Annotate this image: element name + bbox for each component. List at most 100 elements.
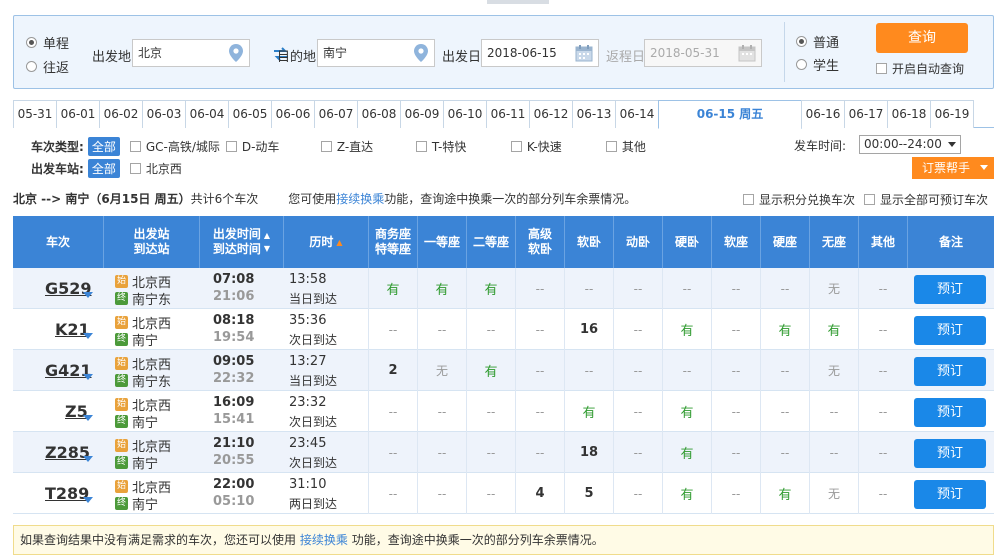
- checkbox-label: GC-高铁/城际: [145, 140, 220, 154]
- top-tab-strip: [487, 0, 549, 4]
- chevron-down-icon[interactable]: [83, 292, 93, 298]
- seat-availability: 有: [564, 391, 613, 432]
- all-types-button[interactable]: 全部: [87, 137, 120, 156]
- from-input[interactable]: 北京: [132, 39, 250, 67]
- seat-availability: --: [417, 391, 466, 432]
- book-button[interactable]: 预订: [914, 439, 986, 468]
- seat-availability: --: [368, 473, 417, 514]
- to-value: 南宁: [323, 46, 348, 60]
- type-checkbox[interactable]: T-特快: [415, 138, 511, 155]
- col-station: 出发站 到达站: [103, 216, 199, 268]
- date-tab[interactable]: 06-05: [228, 100, 272, 128]
- results-table-header: 车次 出发站 到达站 出发时间 到达时间 ▲ ▼ 历时 ▲ 商务座 特等座 一等座二…: [13, 216, 994, 268]
- arrival-time: 20:55: [213, 453, 255, 468]
- date-tab[interactable]: 06-02: [99, 100, 143, 128]
- type-checkbox[interactable]: D-动车: [225, 138, 321, 155]
- col-seat: 商务座 特等座: [368, 216, 417, 268]
- date-tab[interactable]: 06-16: [801, 100, 845, 128]
- date-tab[interactable]: 06-07: [314, 100, 358, 128]
- seat-availability: --: [613, 432, 662, 473]
- tip-post: 功能，查询途中换乘一次的部分列车余票情况。: [384, 192, 637, 206]
- departure-time: 08:18: [213, 313, 255, 328]
- ticket-helper-button[interactable]: 订票帮手: [912, 157, 994, 179]
- book-button[interactable]: 预订: [914, 357, 986, 386]
- date-tab[interactable]: 06-18: [887, 100, 931, 128]
- passenger-student-radio[interactable]: 学生: [796, 55, 839, 74]
- chevron-down-icon[interactable]: [83, 415, 93, 421]
- trip-oneway-radio[interactable]: 单程: [26, 33, 69, 52]
- passenger-normal-radio[interactable]: 普通: [796, 32, 839, 51]
- col-remark: 备注: [907, 216, 994, 268]
- chevron-down-icon[interactable]: [83, 333, 93, 339]
- end-badge-icon: 终: [115, 497, 128, 510]
- seat-availability: --: [466, 309, 515, 350]
- col-seat: 动卧: [613, 216, 662, 268]
- date-tab[interactable]: 05-31: [13, 100, 57, 128]
- seat-availability: --: [368, 432, 417, 473]
- chevron-down-icon[interactable]: [83, 497, 93, 503]
- date-tab[interactable]: 06-14: [615, 100, 659, 128]
- station-name: 南宁: [132, 416, 159, 431]
- return-date-input[interactable]: 2018-05-31: [644, 39, 762, 67]
- type-checkbox[interactable]: K-快速: [510, 138, 606, 155]
- book-button[interactable]: 预订: [914, 275, 986, 304]
- chevron-down-icon[interactable]: [83, 374, 93, 380]
- arrival-time: 21:06: [213, 289, 255, 304]
- col-duration[interactable]: 历时 ▲: [283, 216, 368, 268]
- date-tab[interactable]: 06-01: [56, 100, 100, 128]
- chevron-down-icon[interactable]: [83, 456, 93, 462]
- book-button[interactable]: 预订: [914, 480, 986, 509]
- depart-time-select[interactable]: 00:00--24:00: [859, 135, 961, 154]
- date-tab[interactable]: 06-06: [271, 100, 315, 128]
- table-row: Z5 始北京西终南宁 16:09 15:41 23:32 次日到达 -- -- -- -- 有 -- 有…: [13, 391, 994, 432]
- auto-query-checkbox[interactable]: 开启自动查询: [876, 60, 964, 77]
- date-tab[interactable]: 06-10: [443, 100, 487, 128]
- seat-availability: --: [515, 268, 564, 309]
- date-tab[interactable]: 06-12: [529, 100, 573, 128]
- date-tab[interactable]: 06-17: [844, 100, 888, 128]
- checkbox-box: [129, 141, 141, 152]
- date-tab[interactable]: 06-15 周五: [658, 100, 802, 129]
- points-exchange-checkbox[interactable]: 显示积分兑换车次: [743, 191, 855, 208]
- radio-label: 往返: [43, 61, 70, 76]
- col-time[interactable]: 出发时间 到达时间 ▲ ▼: [199, 216, 283, 268]
- type-checkbox[interactable]: 其他: [605, 138, 666, 155]
- arrival-time: 19:54: [213, 330, 255, 345]
- col-seat-label: 高级: [527, 227, 552, 241]
- seat-availability: 有: [662, 432, 711, 473]
- seat-availability: --: [760, 268, 809, 309]
- radio-label: 普通: [813, 36, 840, 51]
- date-tab[interactable]: 06-03: [142, 100, 186, 128]
- seat-availability: 有: [368, 268, 417, 309]
- sort-up-icon: ▲: [263, 231, 271, 240]
- date-tab[interactable]: 06-04: [185, 100, 229, 128]
- book-button[interactable]: 预订: [914, 316, 986, 345]
- col-duration-label: 历时: [309, 234, 334, 249]
- trip-roundtrip-radio[interactable]: 往返: [26, 57, 69, 76]
- date-tab[interactable]: 06-09: [400, 100, 444, 128]
- date-tab[interactable]: 06-19: [930, 100, 974, 128]
- date-tab[interactable]: 06-13: [572, 100, 616, 128]
- all-stations-button[interactable]: 全部: [87, 159, 120, 178]
- type-checkbox[interactable]: Z-直达: [320, 138, 416, 155]
- to-input[interactable]: 南宁: [317, 39, 435, 67]
- seat-availability: --: [858, 350, 907, 391]
- depart-date-input[interactable]: 2018-06-15: [481, 39, 599, 67]
- route-text: 北京 --> 南宁（6月15日 周五）: [13, 192, 191, 206]
- col-time-dep: 出发时间: [212, 227, 261, 241]
- show-all-bookable-checkbox[interactable]: 显示全部可预订车次: [864, 191, 988, 208]
- sort-up-icon: ▲: [336, 237, 343, 247]
- date-tab[interactable]: 06-11: [486, 100, 530, 128]
- query-button[interactable]: 查询: [876, 23, 968, 53]
- footer-transfer-link[interactable]: 接续换乘: [300, 533, 348, 547]
- start-badge-icon: 始: [115, 357, 128, 370]
- checkbox-box: [320, 141, 332, 152]
- seat-availability: --: [613, 350, 662, 391]
- arrival-day: 当日到达: [289, 374, 338, 388]
- station-checkbox[interactable]: 北京西: [129, 160, 182, 177]
- date-tab[interactable]: 06-08: [357, 100, 401, 128]
- book-button[interactable]: 预订: [914, 398, 986, 427]
- transfer-link[interactable]: 接续换乘: [336, 190, 384, 207]
- type-checkbox[interactable]: GC-高铁/城际: [129, 138, 226, 155]
- seat-availability: 有: [662, 309, 711, 350]
